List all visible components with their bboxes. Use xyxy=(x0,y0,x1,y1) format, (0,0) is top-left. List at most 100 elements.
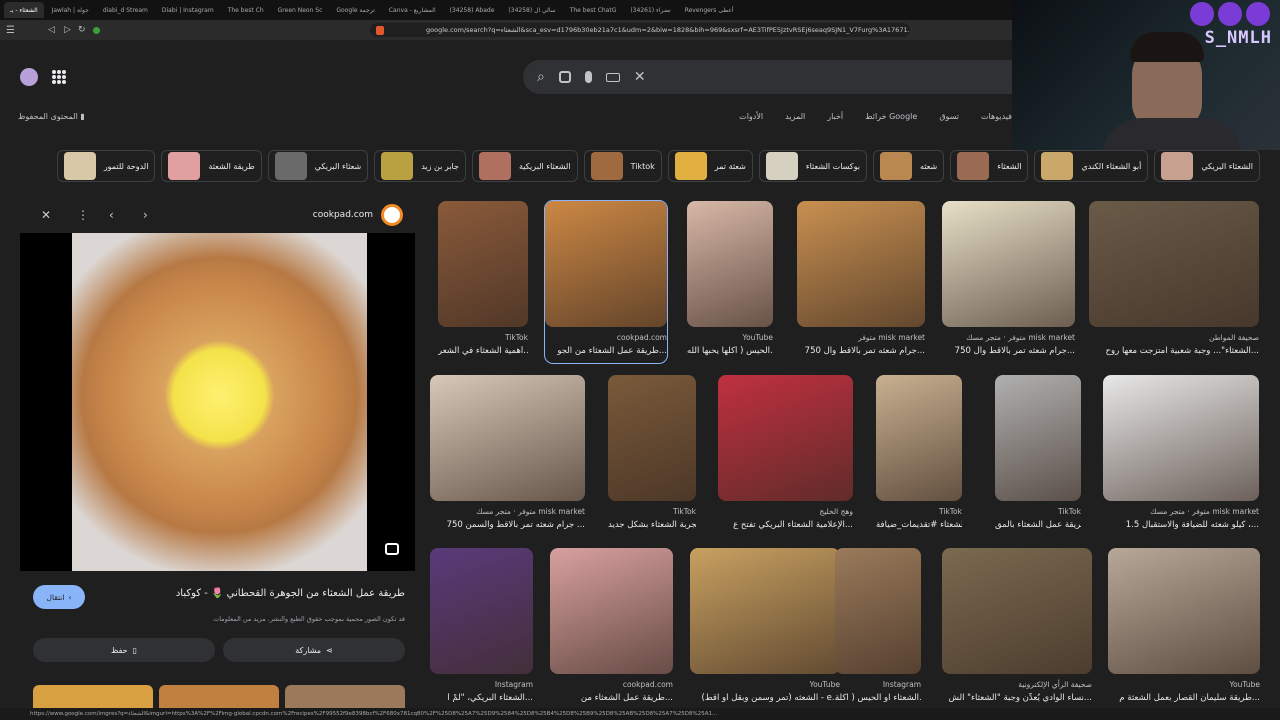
share-button[interactable]: مشاركة ⋖ xyxy=(223,638,405,662)
browser-tab[interactable]: الشعثاء - بـ xyxy=(4,2,44,18)
browser-tab[interactable]: Google ترجمة xyxy=(330,2,380,18)
result-caption[interactable]: طريقة عمل الشعثاء بالمق... xyxy=(995,520,1081,530)
related-chip[interactable]: شعثاء البريكي xyxy=(267,150,369,182)
result-caption[interactable]: 750 جرام شعثه تمر بالاقط وال... xyxy=(805,346,925,356)
related-chip[interactable]: جابر بن زيد xyxy=(374,150,466,182)
related-chip[interactable]: أبو الشعثاء الكندي xyxy=(1034,150,1149,182)
result-source[interactable]: YouTube xyxy=(743,333,774,342)
result-caption[interactable]: الشعثاء #تقديمات_ضيافة... xyxy=(876,520,962,530)
image-result[interactable]: TikTok أهمية الشعثاء في الشعر... xyxy=(438,201,528,363)
result-caption[interactable]: 750 جرام شعثه تمر بالاقط وال... xyxy=(955,346,1075,356)
image-result[interactable]: متوفر · متجر مسك misk market 750 جرام شعث… xyxy=(430,375,585,537)
result-thumbnail[interactable] xyxy=(430,375,585,501)
lens-search-icon[interactable] xyxy=(385,543,399,555)
result-source[interactable]: TikTok xyxy=(673,507,696,516)
related-chip[interactable]: الدوحة للتمور xyxy=(56,150,156,182)
result-caption[interactable]: طريقة عمل الشعثاء من الجو... xyxy=(557,346,667,356)
result-caption[interactable]: 1.5 كيلو شعثه للضيافة والاستقبال ،... xyxy=(1126,520,1259,530)
result-source[interactable]: TikTok xyxy=(1058,507,1081,516)
result-caption[interactable]: الشعثه (تمر وسمن وبقل او اقط) - e... xyxy=(702,693,840,703)
browser-tab[interactable]: Jawlah | جولة xyxy=(46,2,95,18)
result-thumbnail[interactable] xyxy=(1089,201,1259,327)
result-thumbnail[interactable] xyxy=(876,375,962,501)
related-chip[interactable]: شعثه xyxy=(872,150,945,182)
result-source[interactable]: cookpad.com xyxy=(623,680,673,689)
image-result[interactable]: متوفر misk market 750 جرام شعثه تمر بالاق… xyxy=(797,201,925,363)
visit-button[interactable]: انتقال ‹ xyxy=(33,585,85,609)
save-button[interactable]: حفظ ▯ xyxy=(33,638,215,662)
result-source[interactable]: Instagram xyxy=(495,680,533,689)
url-field[interactable]: google.com/search?q=الشعثاء&sca_esv=d179… xyxy=(370,23,910,37)
filter-tab[interactable]: أخبار xyxy=(827,112,843,121)
result-thumbnail[interactable] xyxy=(608,375,696,501)
image-result[interactable]: Instagram الشعثاء او الحيس ( اكلة... xyxy=(835,548,921,710)
result-thumbnail[interactable] xyxy=(438,201,528,327)
image-result[interactable]: Instagram الشعثاء البريكي، "لَمْ أ... xyxy=(430,548,533,710)
browser-tab[interactable]: The best Ch xyxy=(222,2,270,18)
related-chip[interactable]: بوكسات الشعثاء xyxy=(758,150,867,182)
next-icon[interactable]: › xyxy=(143,208,148,222)
result-source[interactable]: متوفر · متجر مسك misk market xyxy=(966,333,1075,342)
result-caption[interactable]: أهمية الشعثاء في الشعر... xyxy=(438,346,528,356)
result-source[interactable]: وهج الخليج xyxy=(819,507,853,516)
result-caption[interactable]: 750 جرام شعثه تمر بالاقط والسمن ... xyxy=(447,520,585,530)
image-result[interactable]: cookpad.com طريقة عمل الشعثاء من الجو... xyxy=(544,200,668,364)
image-result[interactable]: YouTube طريقة سليمان القصار بعمل الشعثة م… xyxy=(1108,548,1260,710)
browser-tab[interactable]: Green Neon Sc xyxy=(272,2,329,18)
result-source[interactable]: متوفر · متجر مسك misk market xyxy=(1150,507,1259,516)
clear-icon[interactable]: ✕ xyxy=(634,69,646,85)
image-result[interactable]: cookpad.com طريقة عمل الشعثاء من... xyxy=(550,548,673,710)
result-thumbnail[interactable] xyxy=(942,548,1092,674)
browser-tab[interactable]: diabi_d Stream xyxy=(97,2,154,18)
apps-grid-icon[interactable] xyxy=(52,70,66,84)
more-icon[interactable]: ⋮ xyxy=(77,208,89,222)
result-source[interactable]: Instagram xyxy=(883,680,921,689)
result-source[interactable]: متوفر · متجر مسك misk market xyxy=(476,507,585,516)
menu-icon[interactable]: ☰ xyxy=(6,25,15,36)
result-caption[interactable]: طريقة عمل الشعثاء من... xyxy=(581,693,673,703)
browser-tab[interactable]: Revengers أعطى xyxy=(679,2,740,18)
related-chip[interactable]: الشعثاء البريكية xyxy=(471,150,578,182)
result-source[interactable]: cookpad.com xyxy=(617,333,667,342)
image-result[interactable]: TikTok طريقة عمل الشعثاء بالمق... xyxy=(995,375,1081,537)
filter-tab[interactable]: خرائط Google xyxy=(865,112,917,121)
result-source[interactable]: YouTube xyxy=(1230,680,1261,689)
result-caption[interactable]: الإعلامية الشعثاء البريكي تفتح ع... xyxy=(733,520,853,530)
search-box[interactable]: ⌕ ✕ xyxy=(523,60,1012,94)
browser-tab[interactable]: (34258) Abade xyxy=(444,2,501,18)
close-icon[interactable]: ✕ xyxy=(41,208,51,222)
result-thumbnail[interactable] xyxy=(545,201,667,327)
lens-icon[interactable] xyxy=(558,71,571,83)
result-caption[interactable]: نساء الوادي يُعدِّن وجبة "الشعثاء" الش..… xyxy=(949,693,1092,703)
shield-icon[interactable] xyxy=(93,26,100,34)
image-result[interactable]: متوفر · متجر مسك misk market 750 جرام شعث… xyxy=(942,201,1075,363)
result-thumbnail[interactable] xyxy=(690,548,840,674)
image-result[interactable]: صحيفة المواطن الشعثاء"... وجبة شعبية امتز… xyxy=(1089,201,1259,363)
result-thumbnail[interactable] xyxy=(835,548,921,674)
panel-source[interactable]: cookpad.com xyxy=(313,210,373,220)
result-caption[interactable]: تجربة الشعثاء بشكل جديد... xyxy=(608,520,696,530)
preview-image[interactable] xyxy=(20,233,415,571)
image-result[interactable]: TikTok تجربة الشعثاء بشكل جديد... xyxy=(608,375,696,537)
result-source[interactable]: TikTok xyxy=(505,333,528,342)
prev-icon[interactable]: ‹ xyxy=(109,208,114,222)
result-caption[interactable]: الحيس ( أكلها يحبها الله... xyxy=(687,346,773,356)
result-thumbnail[interactable] xyxy=(1103,375,1259,501)
result-caption[interactable]: الشعثاء البريكي، "لَمْ أ... xyxy=(447,693,533,703)
browser-tab[interactable]: Canva - المشاريع xyxy=(383,2,442,18)
result-caption[interactable]: الشعثاء او الحيس ( اكلة... xyxy=(835,693,921,703)
related-chip[interactable]: الشعثاء xyxy=(950,150,1029,182)
result-source[interactable]: صحيفة المواطن xyxy=(1209,333,1259,342)
image-result[interactable]: YouTube الحيس ( أكلها يحبها الله... xyxy=(687,201,773,363)
avatar[interactable] xyxy=(20,68,38,86)
saved-content-link[interactable]: المحتوى المحفوظ ▮ xyxy=(18,112,85,121)
forward-icon[interactable]: ▷ xyxy=(64,25,71,35)
back-icon[interactable]: ◁ xyxy=(48,25,55,35)
result-source[interactable]: متوفر misk market xyxy=(858,333,925,342)
image-result[interactable]: وهج الخليج الإعلامية الشعثاء البريكي تفتح… xyxy=(718,375,853,537)
browser-tab[interactable]: (34261) نضراء xyxy=(624,2,676,18)
result-thumbnail[interactable] xyxy=(687,201,773,327)
browser-tab[interactable]: Diabi | Instagram xyxy=(156,2,220,18)
panel-title[interactable]: طريقة عمل الشعثاء من الجوهرة القحطاني 🌷 … xyxy=(176,588,405,599)
browser-tab[interactable]: (34258) سالي ال xyxy=(502,2,561,18)
